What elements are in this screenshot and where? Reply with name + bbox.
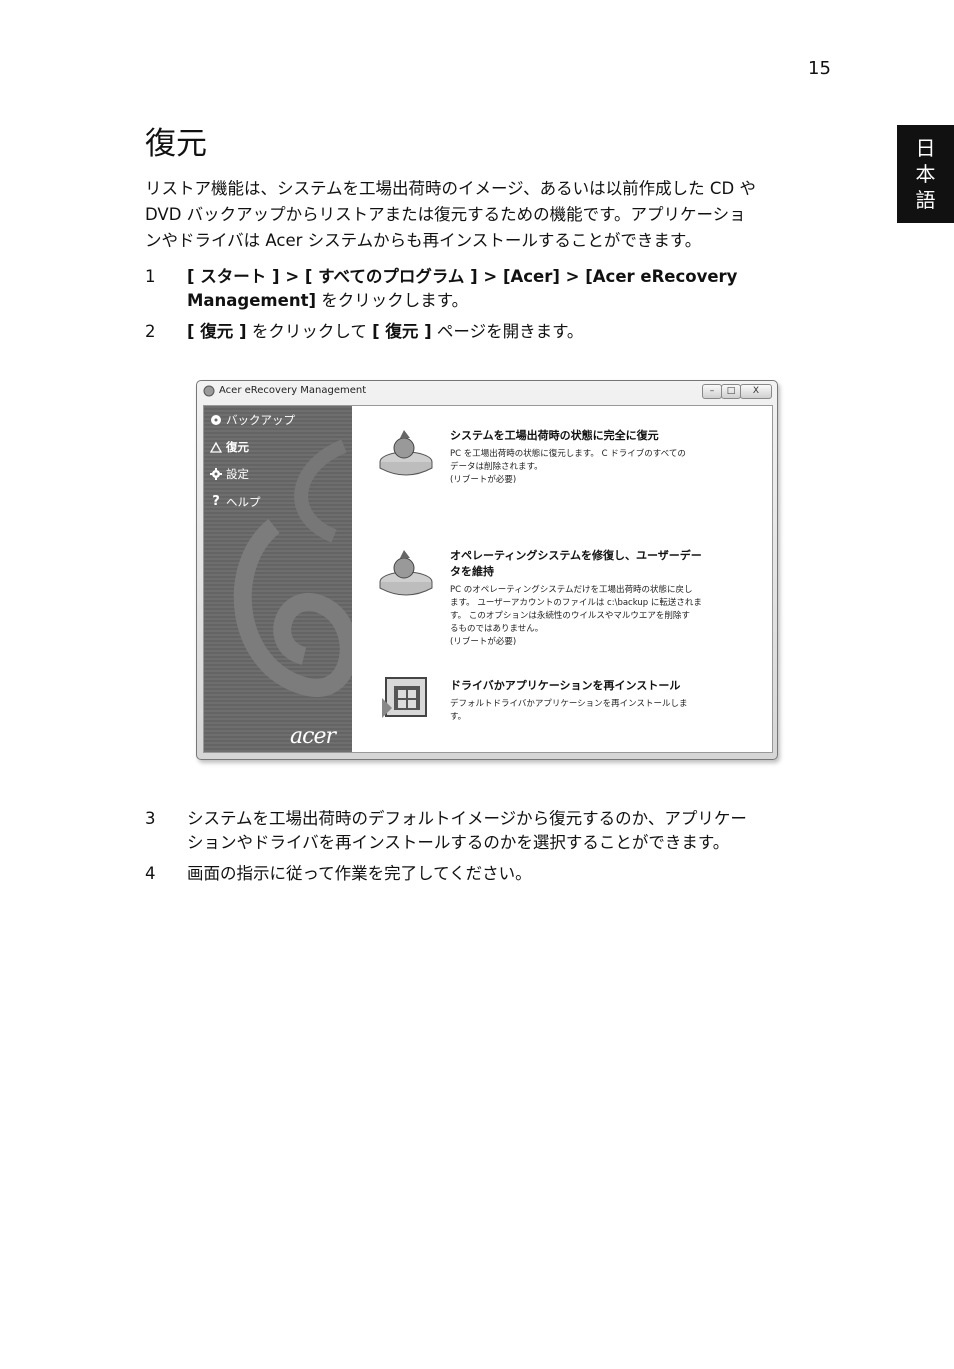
step-bold-text: Management]	[187, 291, 316, 310]
sidebar-item-label: バックアップ	[226, 413, 295, 427]
option-title-line: オペレーティングシステムを修復し、ユーザーデー	[450, 549, 702, 562]
step-plain-text: ページを開きます。	[431, 322, 584, 341]
option-description: PC を工場出荷時の状態に復元します。 C ドライブのすべての データは削除され…	[450, 448, 740, 487]
intro-line: DVD バックアップからリストアまたは復元するための機能です。アプリケーショ	[145, 205, 746, 224]
window-client-area: バックアップ 復元 設定 ? ヘルプ acer システムを工場出荷時の状態に完全…	[203, 405, 773, 753]
help-icon: ?	[212, 494, 220, 509]
language-tab-char: 語	[915, 188, 936, 212]
step-number: 1	[145, 267, 156, 286]
step-line: ションやドライバを再インストールするのかを選択することができます。	[187, 833, 730, 852]
window-titlebar: Acer eRecovery Management – □ X	[197, 381, 777, 403]
intro-line: ンやドライバは Acer システムからも再インストールすることができます。	[145, 231, 702, 250]
restore-drive-icon[interactable]	[378, 430, 436, 478]
intro-paragraph: リストア機能は、システムを工場出荷時のイメージ、あるいは以前作成した CD や …	[145, 176, 835, 254]
step-number: 2	[145, 322, 156, 341]
option-description: PC のオペレーティングシステムだけを工場出荷時の状態に戻し ます。 ユーザーア…	[450, 584, 740, 649]
sidebar-watermark	[233, 439, 352, 697]
option-title[interactable]: オペレーティングシステムを修復し、ユーザーデー タを維持	[450, 548, 740, 580]
sidebar: バックアップ 復元 設定 ? ヘルプ acer	[204, 406, 352, 752]
option-desc-line: PC を工場出荷時の状態に復元します。 C ドライブのすべての	[450, 449, 686, 459]
sidebar-item-settings[interactable]: 設定	[210, 466, 249, 482]
reinstall-apps-icon[interactable]	[378, 674, 436, 722]
option-desc-line: (リブートが必要)	[450, 637, 517, 647]
option-description: デフォルトドライバかアプリケーションを再インストールしま す。	[450, 698, 740, 724]
sidebar-item-backup[interactable]: バックアップ	[210, 412, 295, 428]
step-text: [ スタート ] > [ すべてのプログラム ] > [Acer] > [Ace…	[187, 265, 827, 313]
restore-options-panel: システムを工場出荷時の状態に完全に復元 PC を工場出荷時の状態に復元します。 …	[352, 406, 772, 752]
step-bold-text: [ スタート ] > [ すべてのプログラム ] > [Acer] > [Ace…	[187, 267, 738, 286]
step-text: [ 復元 ] をクリックして [ 復元 ] ページを開きます。	[187, 320, 827, 344]
language-tab: 日 本 語	[897, 125, 954, 223]
option-title-line: タを維持	[450, 565, 494, 578]
option-desc-line: (リブートが必要)	[450, 475, 517, 485]
close-button[interactable]: X	[740, 384, 772, 399]
disc-icon	[211, 415, 221, 425]
sidebar-item-label: 復元	[226, 440, 249, 454]
option-desc-line: ます。 ユーザーアカウントのファイルは c:\backup に転送されま	[450, 598, 702, 608]
sidebar-item-help[interactable]: ? ヘルプ	[210, 494, 261, 510]
option-title[interactable]: システムを工場出荷時の状態に完全に復元	[450, 428, 740, 444]
step-plain-text: をクリックして	[246, 322, 373, 341]
minimize-button[interactable]: –	[702, 384, 722, 399]
option-title[interactable]: ドライバかアプリケーションを再インストール	[450, 678, 740, 694]
option-desc-line: るものではありません。	[450, 624, 544, 634]
acer-logo: acer	[290, 724, 336, 749]
option-desc-line: す。 このオプションは永続性のウイルスやマルウエアを削除す	[450, 611, 690, 621]
step-text: 画面の指示に従って作業を完了してください。	[187, 862, 827, 886]
option-desc-line: データは削除されます。	[450, 462, 543, 472]
step-number: 4	[145, 864, 156, 883]
app-icon	[203, 385, 215, 397]
step-number: 3	[145, 809, 156, 828]
step-text: システムを工場出荷時のデフォルトイメージから復元するのか、アプリケー ションやド…	[187, 807, 827, 855]
window-title: Acer eRecovery Management	[219, 385, 367, 396]
step-line: システムを工場出荷時のデフォルトイメージから復元するのか、アプリケー	[187, 809, 747, 828]
option-desc-line: す。	[450, 712, 467, 722]
app-window-screenshot: Acer eRecovery Management – □ X バックアップ 復…	[196, 380, 778, 760]
step-bold-text: [ 復元 ]	[187, 322, 247, 341]
sidebar-item-label: 設定	[226, 467, 249, 481]
option-desc-line: デフォルトドライバかアプリケーションを再インストールしま	[450, 699, 688, 709]
step-plain-text: をクリックします。	[316, 291, 469, 310]
maximize-button[interactable]: □	[721, 384, 741, 399]
page-number: 15	[808, 58, 831, 79]
step-bold-text: [ 復元 ]	[372, 322, 432, 341]
language-tab-char: 本	[915, 162, 936, 186]
sidebar-item-restore[interactable]: 復元	[210, 439, 249, 455]
sidebar-item-label: ヘルプ	[226, 495, 261, 509]
repair-drive-icon[interactable]	[378, 550, 436, 598]
intro-line: リストア機能は、システムを工場出荷時のイメージ、あるいは以前作成した CD や	[145, 179, 756, 198]
step-line: 画面の指示に従って作業を完了してください。	[187, 864, 532, 883]
option-desc-line: PC のオペレーティングシステムだけを工場出荷時の状態に戻し	[450, 585, 693, 595]
gear-icon	[210, 468, 222, 480]
page-title: 復元	[145, 126, 207, 162]
language-tab-char: 日	[915, 136, 936, 160]
restore-icon	[210, 441, 222, 453]
